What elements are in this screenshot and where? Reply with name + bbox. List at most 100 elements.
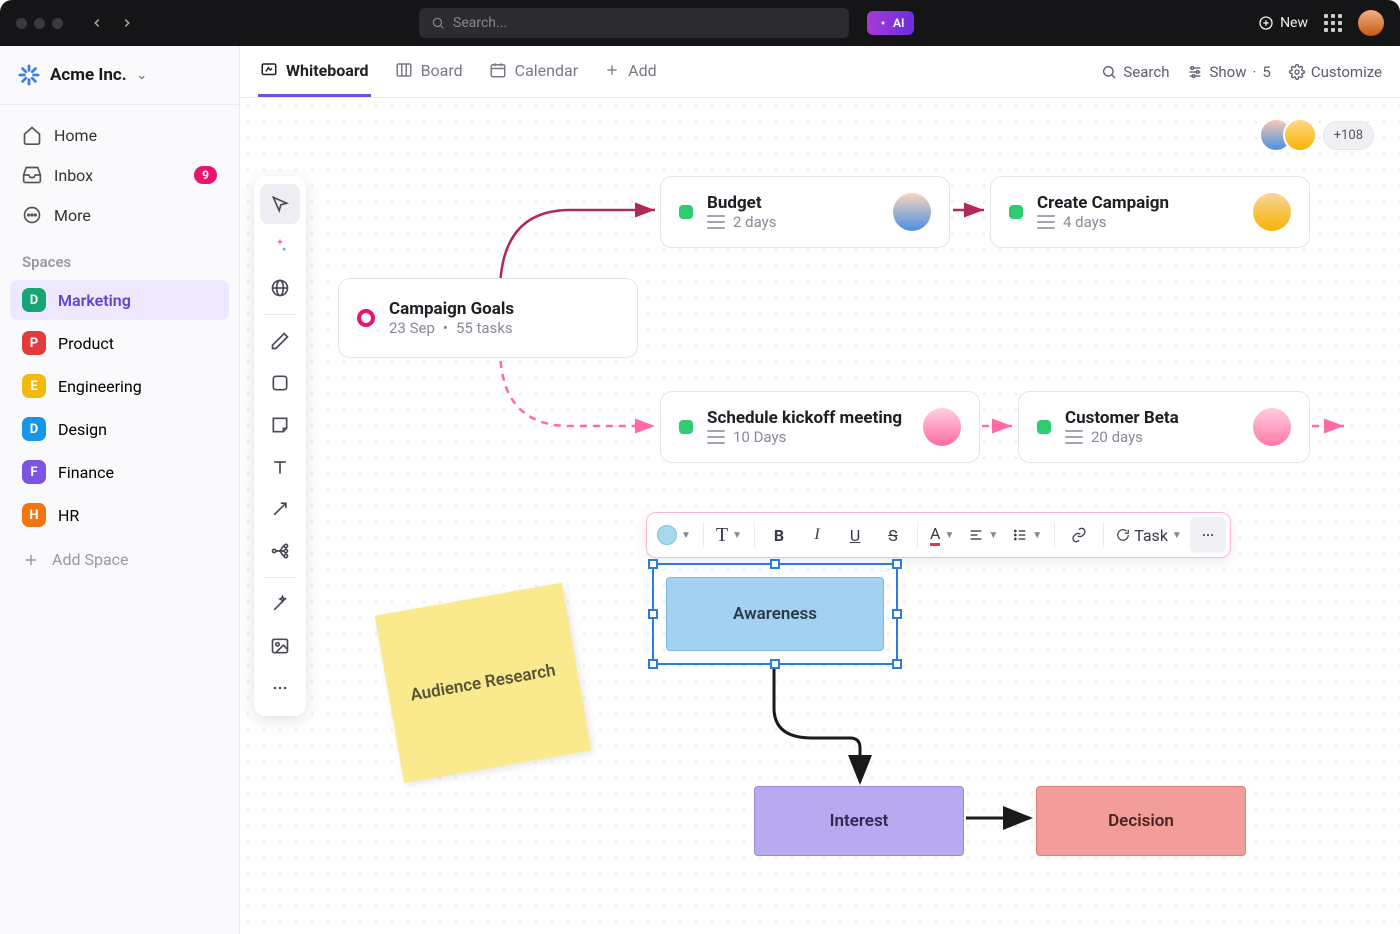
card-title: Schedule kickoff meeting <box>707 408 902 428</box>
tab-whiteboard[interactable]: Whiteboard <box>258 47 371 97</box>
status-square-icon <box>679 205 693 219</box>
nav-inbox[interactable]: Inbox 9 <box>10 155 229 195</box>
fmt-strikethrough[interactable]: S <box>875 517 911 553</box>
fmt-italic[interactable]: I <box>799 517 835 553</box>
window-controls[interactable] <box>16 18 63 29</box>
tool-ai[interactable] <box>260 226 300 266</box>
workspace-logo-icon <box>18 64 40 86</box>
card-title: Create Campaign <box>1037 193 1169 213</box>
tool-sticky[interactable] <box>260 405 300 445</box>
fmt-convert-task[interactable]: Task▼ <box>1110 517 1188 553</box>
tool-mindmap[interactable] <box>260 531 300 571</box>
space-item-design[interactable]: DDesign <box>10 409 229 449</box>
global-search-input[interactable]: Search... <box>419 8 849 38</box>
tool-more[interactable] <box>260 668 300 708</box>
tab-board[interactable]: Board <box>393 47 465 97</box>
ai-button[interactable]: AI <box>867 11 914 35</box>
presence-avatars[interactable]: +108 <box>1269 118 1374 152</box>
assignee-avatar[interactable] <box>1253 193 1291 231</box>
card-create-campaign[interactable]: Create Campaign 4 days <box>990 176 1310 248</box>
space-icon: F <box>22 460 46 484</box>
new-button[interactable]: New <box>1258 15 1308 31</box>
home-icon <box>22 125 42 145</box>
sticky-note-audience-research[interactable]: Audience Research <box>375 583 592 783</box>
space-label: HR <box>58 506 79 525</box>
flow-node-decision[interactable]: Decision <box>1036 786 1246 856</box>
nav-more[interactable]: More <box>10 195 229 235</box>
view-customize-button[interactable]: Customize <box>1289 63 1382 81</box>
sparkle-icon <box>877 17 889 29</box>
fmt-underline[interactable]: U <box>837 517 873 553</box>
tab-calendar[interactable]: Calendar <box>487 47 580 97</box>
whiteboard-tool-rail <box>254 176 306 716</box>
apps-grid-button[interactable] <box>1324 14 1342 32</box>
flow-node-awareness[interactable]: Awareness <box>666 577 884 651</box>
tool-connector[interactable] <box>260 489 300 529</box>
description-icon <box>1037 215 1055 229</box>
fmt-font[interactable]: T▼ <box>710 517 748 553</box>
status-ring-icon <box>357 309 375 327</box>
space-icon: D <box>22 288 46 312</box>
workspace-switcher[interactable]: Acme Inc. ⌄ <box>0 46 239 105</box>
card-campaign-goals[interactable]: Campaign Goals 23 Sep • 55 tasks <box>338 278 638 358</box>
assignee-avatar[interactable] <box>923 408 961 446</box>
add-space-button[interactable]: Add Space <box>0 538 239 581</box>
space-item-marketing[interactable]: DMarketing <box>10 280 229 320</box>
nav-back-button[interactable] <box>85 11 109 35</box>
tool-shape[interactable] <box>260 363 300 403</box>
space-label: Finance <box>58 463 114 482</box>
selection-frame[interactable]: Awareness <box>652 563 898 665</box>
tool-pointer[interactable] <box>260 184 300 224</box>
tool-magic[interactable] <box>260 584 300 624</box>
window-titlebar: Search... AI New <box>0 0 1400 46</box>
nav-forward-button[interactable] <box>115 11 139 35</box>
search-placeholder: Search... <box>453 15 507 31</box>
card-title: Campaign Goals <box>389 299 514 319</box>
user-avatar[interactable] <box>1358 10 1384 36</box>
card-budget[interactable]: Budget 2 days <box>660 176 950 248</box>
fmt-list[interactable]: ▼ <box>1006 517 1048 553</box>
whiteboard-icon <box>260 61 278 79</box>
nav-home[interactable]: Home <box>10 115 229 155</box>
fmt-bold[interactable]: B <box>761 517 797 553</box>
card-customer-beta[interactable]: Customer Beta 20 days <box>1018 391 1310 463</box>
tool-pen[interactable] <box>260 321 300 361</box>
space-icon: D <box>22 417 46 441</box>
presence-more-count[interactable]: +108 <box>1323 121 1374 150</box>
sliders-icon <box>1187 64 1203 80</box>
tool-image[interactable] <box>260 626 300 666</box>
description-icon <box>707 430 725 444</box>
status-square-icon <box>1009 205 1023 219</box>
space-label: Engineering <box>58 377 142 396</box>
tool-web[interactable] <box>260 268 300 308</box>
space-icon: P <box>22 331 46 355</box>
space-item-product[interactable]: PProduct <box>10 323 229 363</box>
view-tabs-bar: Whiteboard Board Calendar Add Search <box>240 46 1400 98</box>
description-icon <box>707 215 725 229</box>
flow-node-interest[interactable]: Interest <box>754 786 964 856</box>
tab-add-view[interactable]: Add <box>602 47 658 97</box>
fmt-align[interactable]: ▼ <box>962 517 1004 553</box>
view-show-button[interactable]: Show · 5 <box>1187 63 1270 81</box>
space-icon: H <box>22 503 46 527</box>
assignee-avatar[interactable] <box>893 193 931 231</box>
space-item-hr[interactable]: H HR <box>10 495 229 535</box>
description-icon <box>1065 430 1083 444</box>
fmt-more[interactable] <box>1190 517 1226 553</box>
plus-icon <box>604 62 620 78</box>
tool-text[interactable] <box>260 447 300 487</box>
board-icon <box>395 61 413 79</box>
chevron-down-icon: ⌄ <box>137 68 147 82</box>
card-kickoff-meeting[interactable]: Schedule kickoff meeting 10 Days <box>660 391 980 463</box>
fmt-link[interactable] <box>1061 517 1097 553</box>
view-search-button[interactable]: Search <box>1101 63 1169 81</box>
space-item-engineering[interactable]: EEngineering <box>10 366 229 406</box>
whiteboard-canvas[interactable]: +108 <box>240 98 1400 934</box>
fmt-text-color[interactable]: A▼ <box>924 517 960 553</box>
card-title: Budget <box>707 193 777 213</box>
inbox-icon <box>22 165 42 185</box>
space-item-finance[interactable]: F Finance <box>10 452 229 492</box>
assignee-avatar[interactable] <box>1253 408 1291 446</box>
presence-avatar <box>1283 118 1317 152</box>
fmt-fill-color[interactable]: ▼ <box>651 517 697 553</box>
